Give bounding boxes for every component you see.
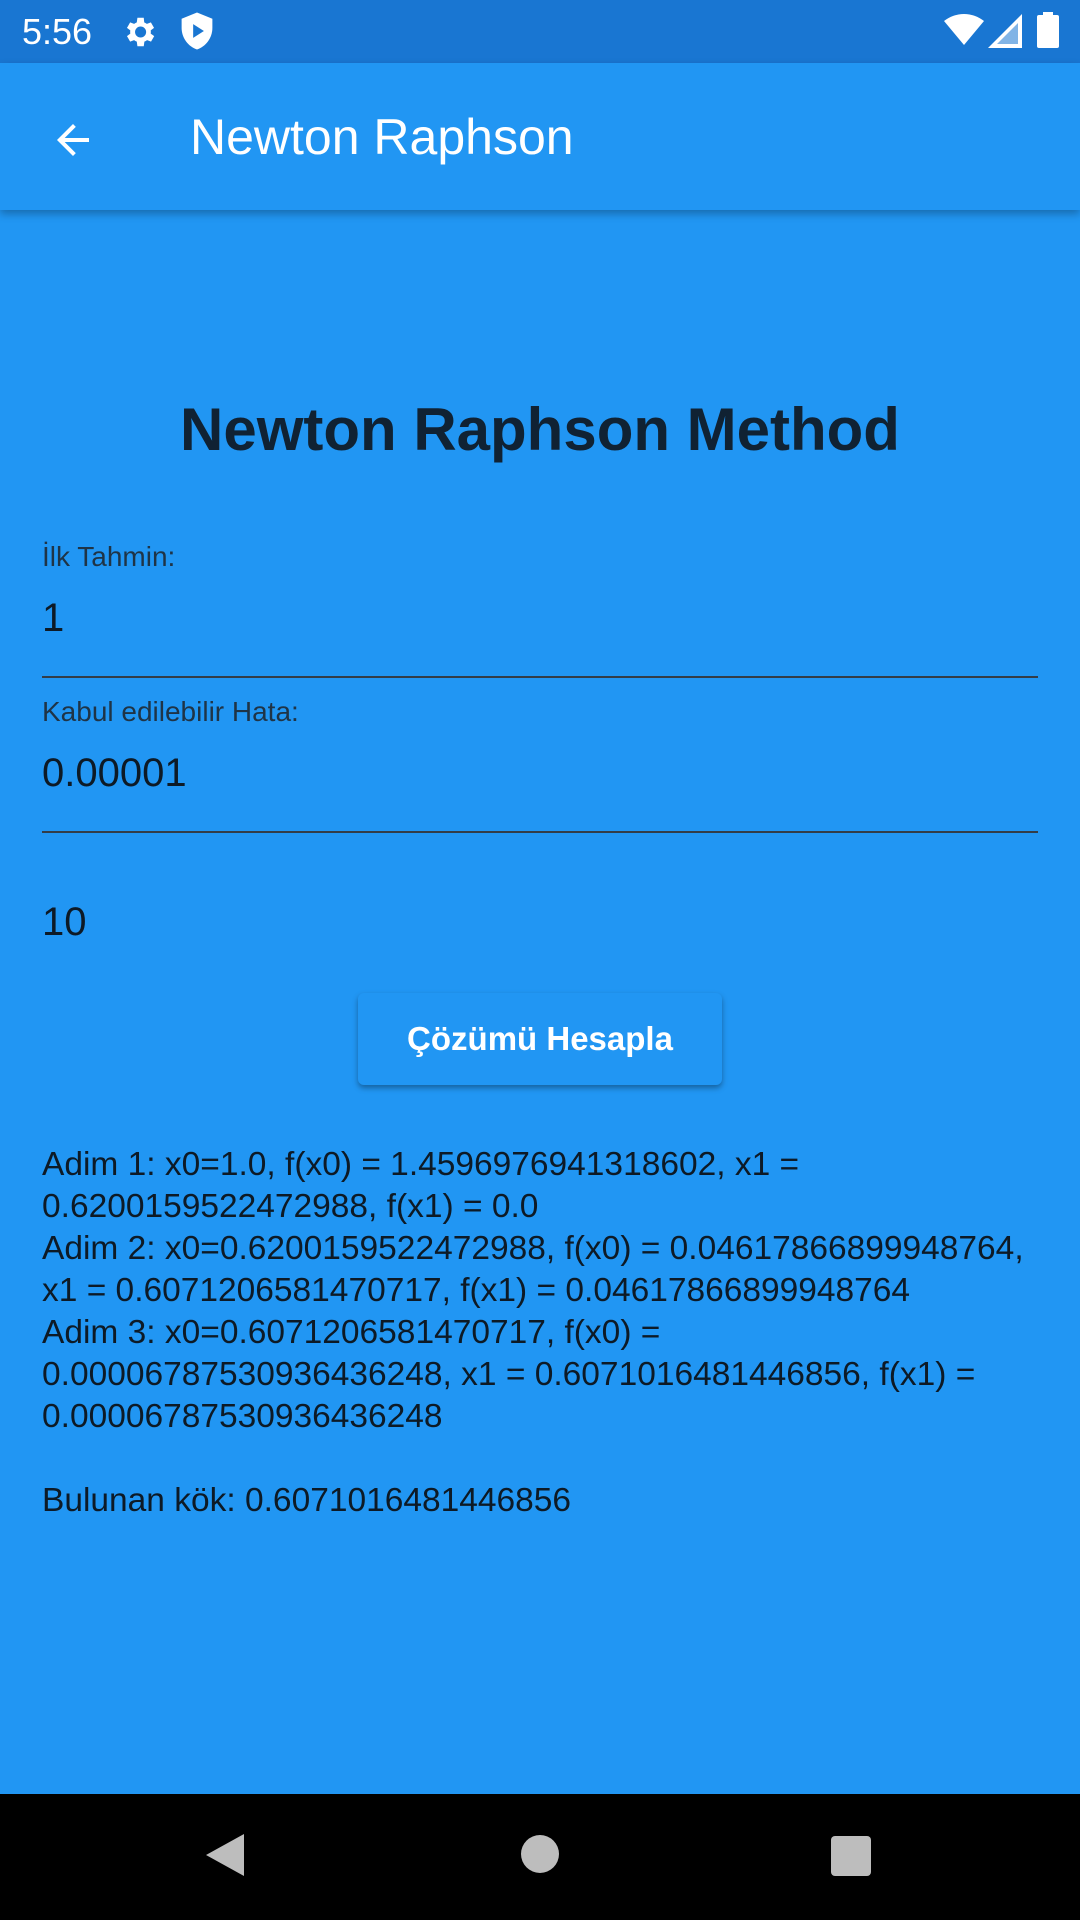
status-time: 5:56 xyxy=(22,11,93,52)
gear-icon xyxy=(120,13,158,56)
initial-guess-field[interactable]: İlk Tahmin: 1 xyxy=(42,540,1038,678)
back-triangle-icon[interactable] xyxy=(204,1832,246,1883)
step-line: Adim 2: x0=0.6200159522472988, f(x0) = 0… xyxy=(42,1230,1024,1309)
wifi-icon xyxy=(944,14,984,51)
step-line: Adim 1: x0=1.0, f(x0) = 1.45969769413186… xyxy=(42,1146,800,1225)
home-circle-icon[interactable] xyxy=(520,1834,560,1879)
battery-icon xyxy=(1037,12,1059,53)
page-title: Newton Raphson Method xyxy=(180,396,900,463)
results-output: Adim 1: x0=1.0, f(x0) = 1.45969769413186… xyxy=(42,1144,1042,1522)
app-title: Newton Raphson xyxy=(190,109,574,165)
tolerance-input[interactable]: 0.00001 xyxy=(42,749,187,797)
shield-play-icon xyxy=(178,11,216,56)
back-button[interactable] xyxy=(38,105,108,175)
root-result: Bulunan kök: 0.6071016481446856 xyxy=(42,1482,572,1519)
tolerance-field[interactable]: Kabul edilebilir Hata: 0.00001 xyxy=(42,695,1038,833)
navigation-bar xyxy=(0,1794,1080,1920)
step-line: Adim 3: x0=0.6071206581470717, f(x0) = 0… xyxy=(42,1314,976,1435)
initial-guess-label: İlk Tahmin: xyxy=(42,541,176,572)
max-iterations-value[interactable]: 10 xyxy=(42,898,87,946)
status-bar: 5:56 xyxy=(0,0,1080,63)
main-content: Newton Raphson Method İlk Tahmin: 1 Kabu… xyxy=(0,210,1080,1794)
tolerance-label: Kabul edilebilir Hata: xyxy=(42,696,299,727)
recents-square-icon[interactable] xyxy=(831,1836,871,1881)
app-bar: Newton Raphson xyxy=(0,63,1080,210)
arrow-left-icon xyxy=(57,124,89,156)
solve-button[interactable]: Çözümü Hesapla xyxy=(358,993,722,1085)
initial-guess-input[interactable]: 1 xyxy=(42,594,64,642)
signal-icon xyxy=(988,14,1022,53)
